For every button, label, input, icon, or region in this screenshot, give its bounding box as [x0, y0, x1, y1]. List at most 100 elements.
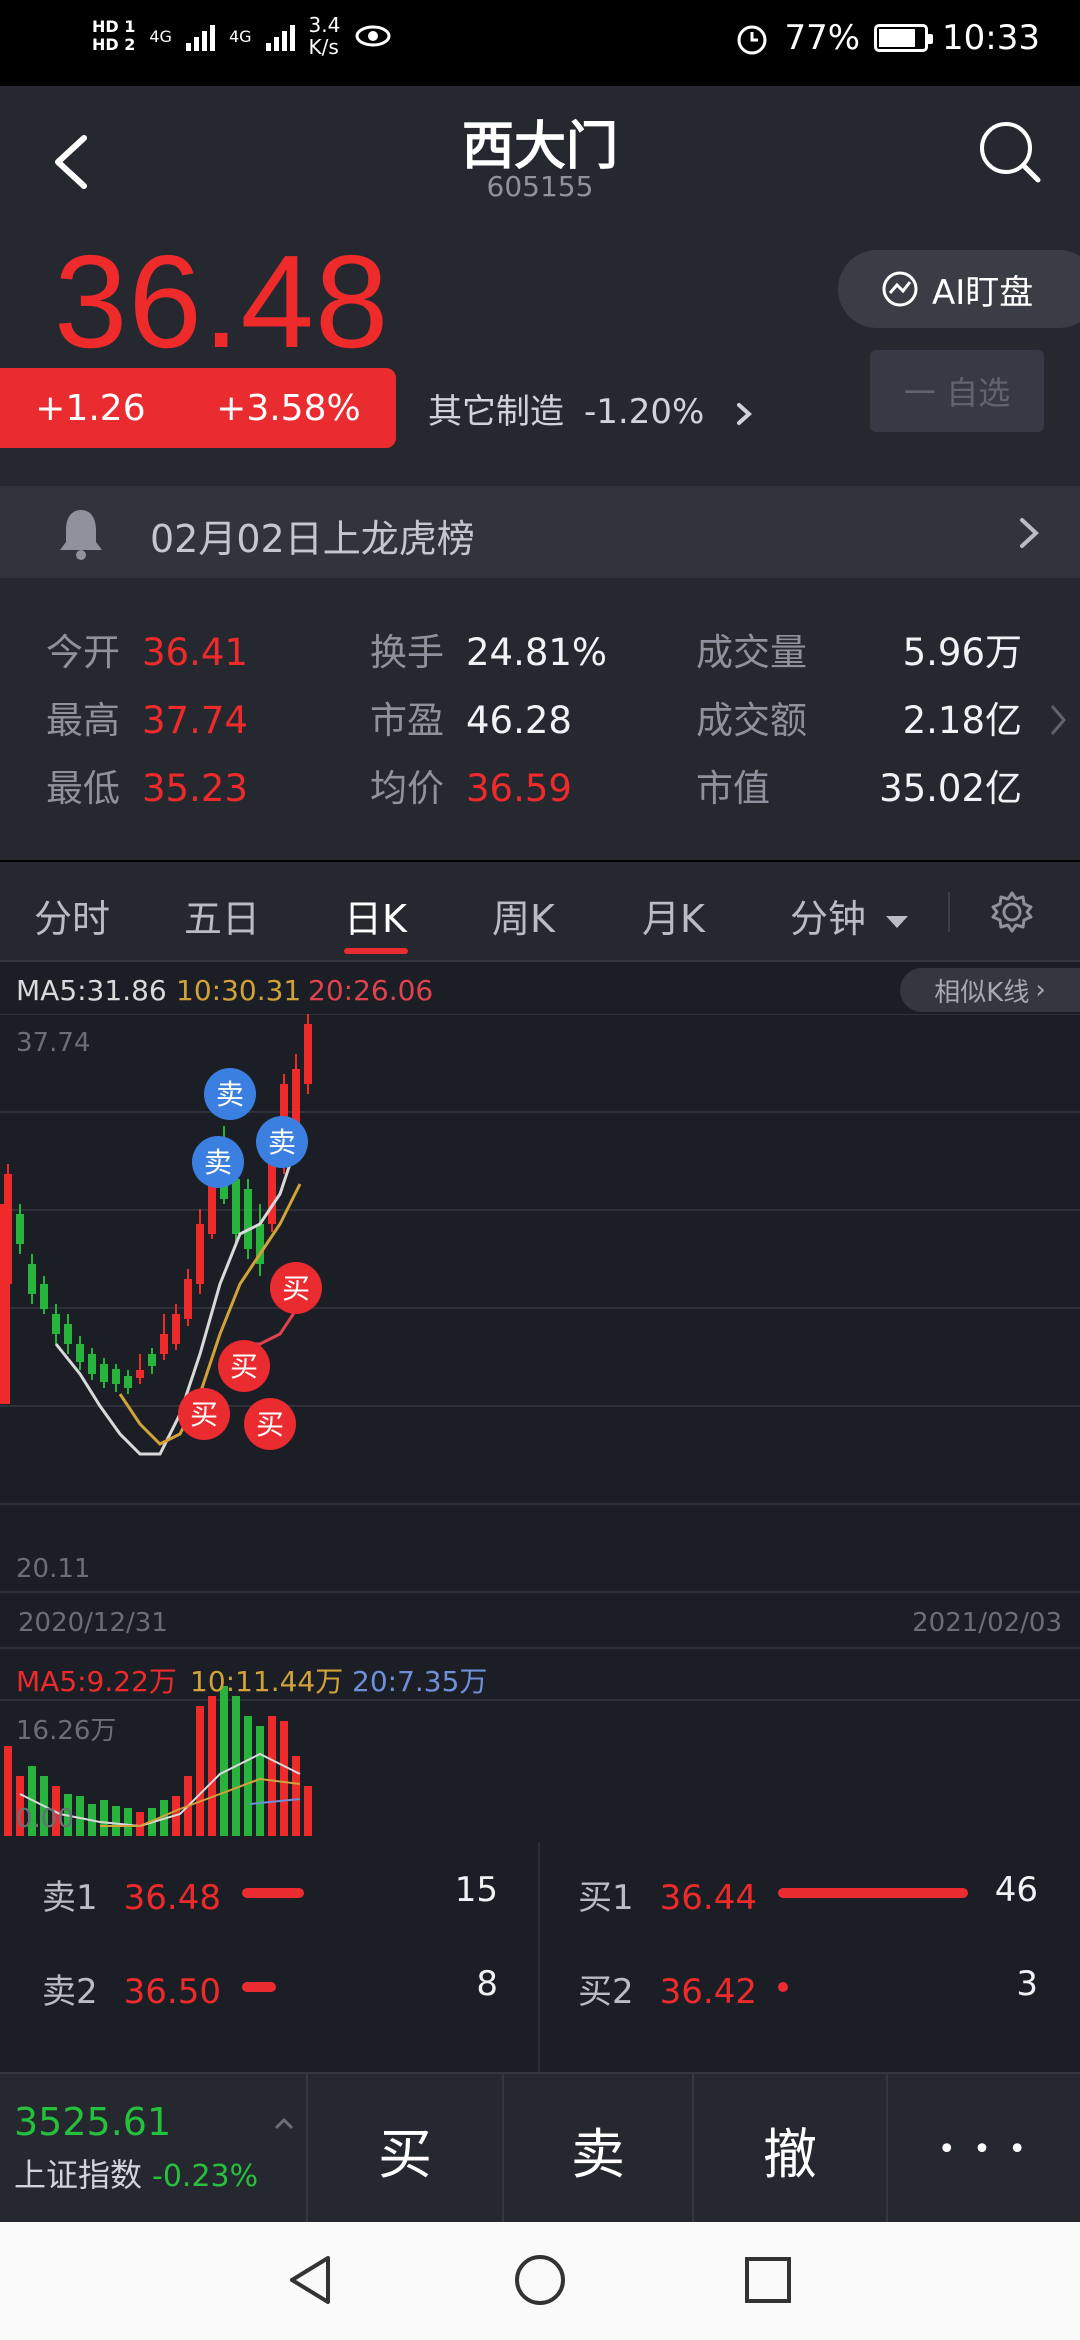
- ask1-depth-bar: [242, 1888, 304, 1898]
- stat-label: 今开: [46, 631, 120, 674]
- gear-icon[interactable]: [990, 890, 1034, 934]
- stat-avg: 均价 36.59: [370, 758, 572, 812]
- date-end-label: 2021/02/03: [912, 1608, 1062, 1638]
- similar-k-button[interactable]: 相似K线 ›: [900, 968, 1080, 1012]
- index-ticker[interactable]: 3525.61 上证指数 -0.23%: [14, 2100, 258, 2196]
- tab-5day[interactable]: 五日: [184, 888, 260, 943]
- bid1-row: 买1 36.44: [578, 1870, 757, 1919]
- y-max-label: 37.74: [16, 1028, 91, 1058]
- candle-body: [76, 1344, 84, 1362]
- bid2-depth-bar: [778, 1982, 788, 1992]
- stat-pe: 市盈 46.28: [370, 690, 572, 744]
- signal-label: 买: [256, 1408, 284, 1441]
- tab-monthly-k[interactable]: 月K: [642, 888, 705, 943]
- order-book: 卖1 36.48 15 卖2 36.50 8 买1 36.44 46 买2 36.42 …: [0, 1842, 1080, 2072]
- stat-value: 5.96万: [902, 631, 1022, 674]
- vol-max-label: 16.26万: [16, 1716, 117, 1746]
- candle-body: [196, 1224, 204, 1284]
- battery-icon: [874, 24, 934, 52]
- caret-down-icon: [886, 916, 909, 928]
- buy-button[interactable]: 买: [306, 2074, 502, 2224]
- vol-ma5-label: MA5:9.22万: [16, 1665, 177, 1698]
- sell-button[interactable]: 卖: [502, 2074, 692, 2224]
- stat-label: 成交量: [696, 631, 807, 674]
- sim1-label: HD 1: [92, 17, 136, 36]
- stat-label: 成交额: [696, 699, 807, 742]
- eye-icon: [355, 25, 391, 47]
- sector-name: 其它制造: [428, 392, 564, 432]
- signal-label: 卖: [216, 1078, 244, 1111]
- volume-bar: [208, 1696, 216, 1836]
- tab-minute[interactable]: 分钟: [790, 888, 910, 943]
- more-button[interactable]: • • •: [886, 2074, 1080, 2224]
- candle-body: [244, 1189, 252, 1249]
- candle-body: [40, 1284, 48, 1309]
- tab-daily-k[interactable]: 日K: [344, 888, 407, 943]
- volume-bar: [244, 1716, 252, 1836]
- dragon-tiger-alert[interactable]: 02月02日上龙虎榜: [0, 486, 1080, 578]
- alarm-icon: [737, 25, 767, 55]
- cancel-order-button[interactable]: 撤: [692, 2074, 886, 2224]
- stat-value: 35.02亿: [879, 767, 1022, 810]
- ask1-qty: 15: [454, 1870, 498, 1910]
- stock-header: 西大门 605155 36.48 +1.26 +3.58% 其它制造 -1.20%…: [0, 86, 1080, 486]
- trade-bar: 3525.61 上证指数 -0.23% 买 卖 撤 • • •: [0, 2072, 1080, 2224]
- ai-monitor-label: AI盯盘: [932, 272, 1034, 313]
- home-nav-icon[interactable]: [512, 2252, 568, 2308]
- bid2-price: 36.42: [659, 1972, 757, 2012]
- bid1-label: 买1: [578, 1878, 634, 1918]
- back-nav-icon[interactable]: [282, 2252, 338, 2308]
- candle-body: [52, 1314, 60, 1334]
- ai-monitor-button[interactable]: AI盯盘: [838, 250, 1080, 328]
- bid2-label: 买2: [578, 1972, 634, 2012]
- bid1-qty: 46: [994, 1870, 1038, 1910]
- date-start-label: 2020/12/31: [18, 1608, 168, 1638]
- volume-bar: [100, 1800, 108, 1836]
- candle-body: [172, 1314, 180, 1344]
- stat-label: 最低: [46, 767, 120, 810]
- index-change: -0.23%: [152, 2159, 259, 2194]
- network-type-2: 4G: [228, 26, 252, 46]
- quote-stats[interactable]: 今开 36.41 最高 37.74 最低 35.23 换手 24.81% 市盈 46.28…: [0, 578, 1080, 860]
- bid1-price: 36.44: [659, 1878, 757, 1918]
- ai-chart-icon: [882, 271, 918, 307]
- kline-chart[interactable]: MA5:31.86 10:30.31 20:26.06 相似K线 › 卖卖卖买买买…: [0, 962, 1080, 1842]
- ask2-price: 36.50: [123, 1972, 221, 2012]
- recents-nav-icon[interactable]: [742, 2254, 794, 2306]
- stat-value: 36.41: [142, 631, 248, 674]
- similar-k-label: 相似K线: [934, 977, 1030, 1008]
- chevron-right-icon: [1050, 705, 1066, 735]
- candle-body: [148, 1354, 156, 1366]
- stat-value: 35.23: [142, 767, 248, 810]
- book-divider: [538, 1842, 540, 2072]
- volume-bar: [304, 1786, 312, 1836]
- chart-tabs: 分时 五日 日K 周K 月K 分钟: [0, 862, 1080, 962]
- stat-value: 24.81%: [466, 631, 608, 674]
- stat-volume: 成交量 5.96万: [696, 622, 1022, 676]
- chevron-right-icon: [737, 402, 753, 425]
- current-price: 36.48: [54, 228, 390, 375]
- stock-code: 605155: [486, 170, 594, 203]
- candle-body: [112, 1369, 120, 1384]
- sector-link[interactable]: 其它制造 -1.20%: [428, 384, 759, 433]
- clock: 10:33: [942, 18, 1040, 58]
- tab-weekly-k[interactable]: 周K: [492, 888, 555, 943]
- stat-turnover: 换手 24.81%: [370, 622, 607, 676]
- bid2-row: 买2 36.42: [578, 1964, 757, 2013]
- stat-cap: 市值 35.02亿: [696, 758, 1022, 812]
- bid2-qty: 3: [1016, 1964, 1038, 2004]
- tab-divider: [948, 892, 950, 932]
- candle-body: [304, 1024, 312, 1084]
- tab-intraday[interactable]: 分时: [34, 888, 110, 943]
- chevron-right-icon: ›: [1035, 975, 1046, 1005]
- watchlist-button[interactable]: 一 自选: [870, 350, 1044, 432]
- price-change-pct: +3.58%: [216, 387, 361, 429]
- search-icon[interactable]: [974, 116, 1044, 186]
- index-row: 上证指数 -0.23%: [14, 2150, 258, 2196]
- vol-ma20-label: 20:7.35万: [352, 1665, 488, 1698]
- index-name: 上证指数: [14, 2156, 143, 2194]
- stat-value: 37.74: [142, 699, 248, 742]
- chevron-up-icon[interactable]: [272, 2112, 296, 2136]
- stat-high: 最高 37.74: [46, 690, 248, 744]
- candle-body: [184, 1279, 192, 1319]
